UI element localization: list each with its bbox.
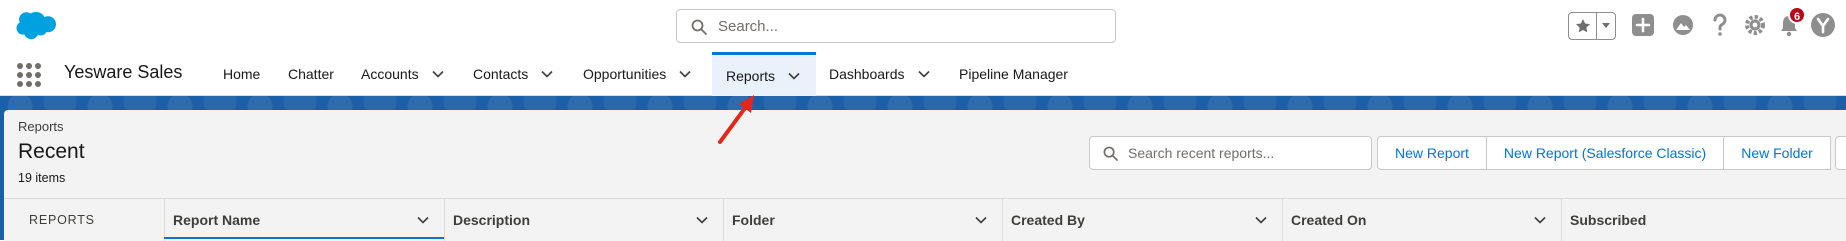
chevron-down-icon[interactable] (540, 67, 554, 81)
chevron-down-icon[interactable] (1254, 213, 1268, 227)
new-report-classic-button[interactable]: New Report (Salesforce Classic) (1485, 136, 1725, 170)
more-actions-button[interactable] (1834, 136, 1846, 170)
search-icon (1103, 146, 1118, 161)
notification-count-badge: 6 (1788, 6, 1806, 24)
user-avatar-icon[interactable] (1808, 10, 1838, 40)
nav-item-label: Pipeline Manager (959, 66, 1068, 82)
app-name: Yesware Sales (64, 62, 183, 82)
nav-item-reports[interactable]: Reports (712, 52, 816, 96)
chevron-down-icon[interactable] (416, 213, 430, 227)
nav-item-label: Reports (726, 67, 776, 84)
chevron-down-icon[interactable] (787, 69, 801, 83)
global-search-input[interactable]: Search... (676, 9, 1116, 43)
favorites-button-group[interactable] (1568, 12, 1616, 40)
nav-item-pipeline-manager[interactable]: Pipeline Manager (959, 52, 1068, 96)
column-header-subscribed[interactable]: Subscribed (1561, 199, 1846, 241)
chevron-down-icon[interactable] (974, 213, 988, 227)
report-table-header: REPORTS Report Name Description Folder C… (4, 198, 1846, 241)
nav-item-label: Accounts (361, 66, 419, 82)
nav-item-opportunities[interactable]: Opportunities (583, 52, 692, 96)
nav-item-contacts[interactable]: Contacts (473, 52, 554, 96)
page-title: Recent (18, 140, 85, 163)
chevron-down-icon[interactable] (678, 67, 692, 81)
column-label: Created By (1011, 212, 1085, 228)
column-label: Report Name (173, 212, 261, 228)
star-icon[interactable] (1569, 13, 1597, 39)
column-header-folder[interactable]: Folder (723, 199, 1002, 241)
nav-item-label: Opportunities (583, 66, 667, 82)
notifications-bell-icon[interactable]: 6 (1774, 6, 1806, 40)
column-header-created-on[interactable]: Created On (1282, 199, 1561, 241)
search-recent-reports-placeholder: Search recent reports... (1128, 145, 1275, 161)
search-recent-reports-input[interactable]: Search recent reports... (1089, 136, 1372, 170)
nav-item-label: Dashboards (829, 66, 905, 82)
setup-gear-icon[interactable] (1740, 10, 1770, 40)
new-report-button[interactable]: New Report (1377, 136, 1487, 170)
nav-item-accounts[interactable]: Accounts (361, 52, 445, 96)
chevron-down-icon[interactable] (1597, 13, 1615, 39)
nav-item-label: Contacts (473, 66, 529, 82)
chevron-down-icon[interactable] (695, 213, 709, 227)
chevron-down-icon[interactable] (431, 67, 445, 81)
help-icon[interactable] (1705, 10, 1735, 40)
annotation-arrow-icon (718, 95, 754, 144)
column-label: Description (453, 212, 531, 228)
nav-item-label: Home (223, 66, 261, 82)
column-label: Created On (1291, 212, 1367, 228)
global-header: Search... 6 (0, 0, 1846, 52)
nav-item-chatter[interactable]: Chatter (288, 52, 334, 96)
app-navigation-bar: Yesware Sales Home Chatter Accounts Cont… (0, 52, 1846, 96)
report-action-buttons: New Report New Report (Salesforce Classi… (1377, 136, 1846, 170)
global-actions-add-icon[interactable] (1628, 10, 1658, 40)
search-icon (691, 19, 707, 35)
trailhead-icon[interactable] (1668, 10, 1698, 40)
item-count: 19 items (18, 171, 66, 185)
nav-item-label: Chatter (288, 66, 334, 82)
reports-sidebar-heading: REPORTS (4, 199, 164, 241)
column-header-description[interactable]: Description (444, 199, 723, 241)
nav-item-dashboards[interactable]: Dashboards (829, 52, 931, 96)
app-launcher-grid-icon[interactable] (14, 60, 44, 90)
nav-item-home[interactable]: Home (223, 52, 260, 96)
breadcrumb[interactable]: Reports (18, 119, 64, 134)
column-header-report-name[interactable]: Report Name (164, 199, 444, 241)
column-label: Folder (732, 212, 775, 228)
global-search-placeholder: Search... (718, 18, 779, 35)
column-label: Subscribed (1570, 212, 1647, 228)
chevron-down-icon[interactable] (917, 67, 931, 81)
chevron-down-icon[interactable] (1533, 213, 1547, 227)
new-folder-button[interactable]: New Folder (1723, 136, 1831, 170)
column-header-created-by[interactable]: Created By (1002, 199, 1282, 241)
salesforce-cloud-logo[interactable] (8, 10, 56, 44)
